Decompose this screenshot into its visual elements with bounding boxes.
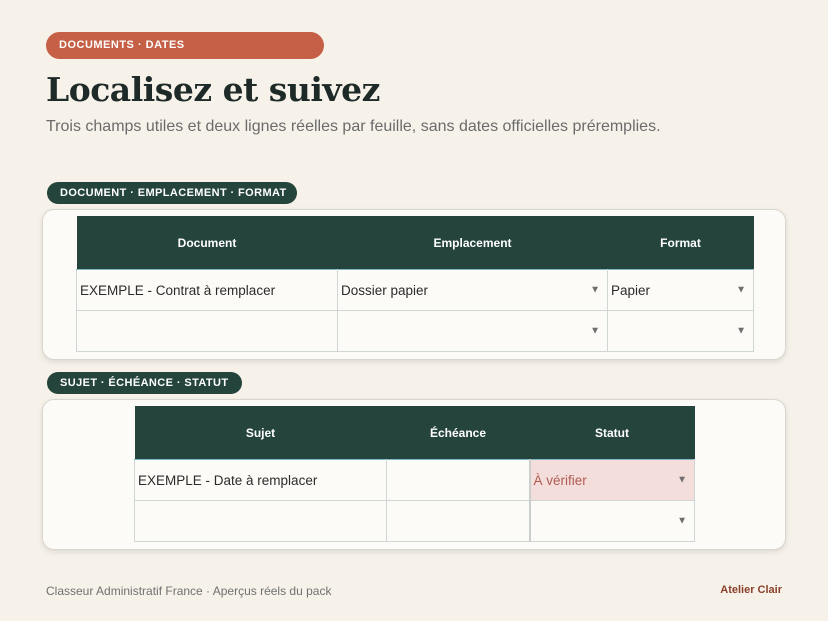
sujet-table: Sujet Échéance Statut EXEMPLE - Date à r… — [134, 406, 695, 542]
table-row: EXEMPLE - Contrat à remplacer Dossier pa… — [76, 269, 754, 311]
column-header-echeance: Échéance — [386, 406, 530, 460]
page-subtitle: Trois champs utiles et deux lignes réell… — [46, 118, 661, 135]
status-badge: À vérifier — [533, 472, 587, 488]
table-row: ▼ ▼ — [76, 310, 754, 352]
document-cell[interactable]: EXEMPLE - Contrat à remplacer — [76, 269, 338, 311]
dropdown-arrow-icon[interactable]: ▼ — [590, 326, 600, 337]
emplacement-value: Dossier papier — [341, 282, 429, 298]
echeance-cell[interactable] — [386, 500, 530, 542]
footer-caption: Classeur Administratif France · Aperçus … — [46, 584, 332, 598]
dropdown-arrow-icon[interactable]: ▼ — [677, 516, 687, 527]
statut-select[interactable]: À vérifier ▼ — [528, 459, 695, 501]
brand-name: Atelier Clair — [720, 584, 782, 596]
column-header-format: Format — [607, 216, 754, 270]
emplacement-select[interactable]: Dossier papier ▼ — [337, 269, 608, 311]
column-header-document: Document — [76, 216, 338, 270]
column-header-emplacement: Emplacement — [337, 216, 608, 270]
dropdown-arrow-icon[interactable]: ▼ — [736, 326, 746, 337]
format-select[interactable]: Papier ▼ — [607, 269, 754, 311]
dropdown-arrow-icon[interactable]: ▼ — [736, 285, 746, 296]
document-table-card: Document Emplacement Format EXEMPLE - Co… — [42, 209, 786, 360]
section-label-sujet: SUJET · ÉCHÉANCE · STATUT — [47, 372, 242, 394]
sujet-table-card: Sujet Échéance Statut EXEMPLE - Date à r… — [42, 399, 786, 550]
document-table: Document Emplacement Format EXEMPLE - Co… — [76, 216, 754, 352]
dropdown-arrow-icon[interactable]: ▼ — [677, 475, 687, 486]
emplacement-select[interactable]: ▼ — [337, 310, 608, 352]
column-header-statut: Statut — [529, 406, 695, 460]
echeance-cell[interactable] — [386, 459, 530, 501]
column-header-sujet: Sujet — [134, 406, 387, 460]
document-cell[interactable] — [76, 310, 338, 352]
table-header-row: Sujet Échéance Statut — [134, 406, 695, 460]
format-value: Papier — [611, 282, 651, 298]
sujet-cell[interactable] — [134, 500, 387, 542]
section-label-document: DOCUMENT · EMPLACEMENT · FORMAT — [47, 182, 297, 204]
statut-select[interactable]: ▼ — [528, 500, 695, 542]
sujet-cell[interactable]: EXEMPLE - Date à remplacer — [134, 459, 387, 501]
page-title: Localisez et suivez — [46, 70, 380, 109]
category-tag: DOCUMENTS · DATES — [46, 32, 324, 59]
table-row: ▼ — [134, 500, 695, 542]
dropdown-arrow-icon[interactable]: ▼ — [590, 285, 600, 296]
table-header-row: Document Emplacement Format — [76, 216, 754, 270]
format-select[interactable]: ▼ — [607, 310, 754, 352]
table-row: EXEMPLE - Date à remplacer À vérifier ▼ — [134, 459, 695, 501]
